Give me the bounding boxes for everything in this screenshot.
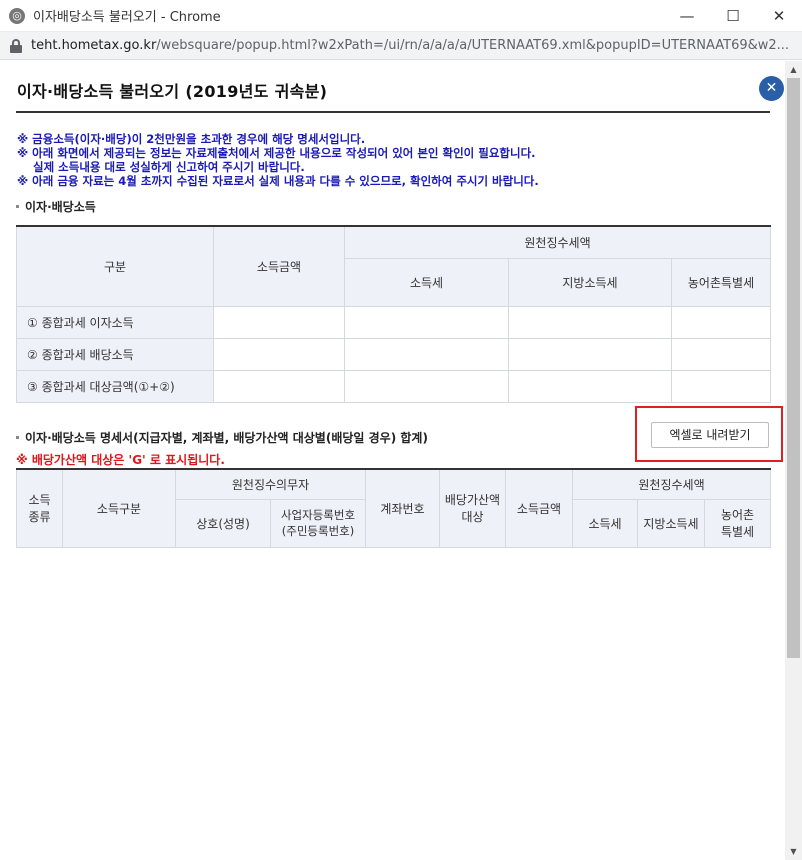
income-statement-table: 소득 종류 소득구분 원천징수의무자 계좌번호 배당가산액 대상 소득금액 원천… xyxy=(16,468,772,548)
header-income-amount: 소득금액 xyxy=(505,468,573,548)
url-path: /websquare/popup.html?w2xPath=/ui/rn/a/a… xyxy=(156,38,790,53)
popup-title: 이자·배당소득 불러오기 (2019년도 귀속분) xyxy=(17,82,328,101)
cell-rural-special-tax xyxy=(670,337,772,371)
section-title-statement: 이자·배당소득 명세서(지급자별, 계좌별, 배당가산액 대상별(배당일 경우)… xyxy=(16,429,428,446)
excel-download-button[interactable]: 엑셀로 내려받기 xyxy=(651,422,769,448)
window-title: 이자배당소득 불러오기 - Chrome xyxy=(33,10,221,25)
header-trade-name: 상호(성명) xyxy=(175,498,271,548)
page-viewport: 이자·배당소득 불러오기 (2019년도 귀속분) ✕ ※ 금융소득(이자·배당… xyxy=(0,61,785,860)
header-income-category: 소득구분 xyxy=(62,468,176,548)
url-host: teht.hometax.go.kr xyxy=(31,38,157,53)
header-rural-special-tax: 농어촌 특별세 xyxy=(703,498,772,548)
app-icon: ◎ xyxy=(9,7,25,24)
header-business-reg-no: 사업자등록번호 (주민등록번호) xyxy=(270,498,366,548)
cell-income-tax xyxy=(344,369,509,403)
header-dividend-grossup: 배당가산액 대상 xyxy=(439,468,506,548)
maximize-button[interactable]: ☐ xyxy=(710,0,756,32)
table-row: ① 종합과세 이자소득 xyxy=(16,305,772,339)
lock-icon[interactable] xyxy=(10,38,22,53)
window-controls: — ☐ ✕ xyxy=(664,0,802,32)
row-label-total: ③ 종합과세 대상금액(①+②) xyxy=(16,369,214,403)
browser-titlebar: ◎ 이자배당소득 불러오기 - Chrome — ☐ ✕ xyxy=(0,0,802,32)
row-label-interest: ① 종합과세 이자소득 xyxy=(16,305,214,339)
cell-income-tax xyxy=(344,305,509,339)
header-withholding-tax: 원천징수세액 xyxy=(571,468,772,500)
table-row: ③ 종합과세 대상금액(①+②) xyxy=(16,369,772,403)
notice-item: ※ 금융소득(이자·배당)이 2천만원을 초과한 경우에 해당 명세서입니다. xyxy=(17,132,366,146)
bullet-icon xyxy=(16,205,19,208)
notice-item: ※ 아래 금융 자료는 4월 초까지 수집된 자료로서 실제 내용과 다를 수 … xyxy=(17,174,539,188)
cell-rural-special-tax xyxy=(670,305,772,339)
scroll-up-arrow-icon[interactable]: ▲ xyxy=(785,61,802,78)
scroll-down-arrow-icon[interactable]: ▼ xyxy=(785,843,802,860)
notice-item: ※ 아래 화면에서 제공되는 정보는 자료제출처에서 제공한 내용으로 작성되어… xyxy=(17,146,536,160)
header-income-amount: 소득금액 xyxy=(213,225,345,307)
cell-local-income-tax xyxy=(508,369,672,403)
header-withholding-tax: 원천징수세액 xyxy=(343,225,772,259)
minimize-button[interactable]: — xyxy=(664,0,710,32)
header-income-tax: 소득세 xyxy=(572,498,638,548)
cell-local-income-tax xyxy=(508,337,672,371)
table-row: ② 종합과세 배당소득 xyxy=(16,337,772,371)
popup-header: 이자·배당소득 불러오기 (2019년도 귀속분) ✕ xyxy=(16,61,784,113)
cell-income-amount xyxy=(213,337,345,371)
header-account-no: 계좌번호 xyxy=(365,468,440,548)
header-local-income-tax: 지방소득세 xyxy=(508,257,672,307)
cell-income-tax xyxy=(344,337,509,371)
income-summary-table: 구분 소득금액 원천징수세액 소득세 지방소득세 농어촌특별세 ① 종합과세 이… xyxy=(16,225,772,403)
url-text[interactable]: teht.hometax.go.kr/websquare/popup.html?… xyxy=(31,38,801,53)
header-rural-special-tax: 농어촌특별세 xyxy=(670,257,772,307)
header-withholding-agent: 원천징수의무자 xyxy=(175,468,366,500)
section-title-income: 이자·배당소득 xyxy=(16,198,96,215)
cell-local-income-tax xyxy=(508,305,672,339)
notice-list: ※ 금융소득(이자·배당)이 2천만원을 초과한 경우에 해당 명세서입니다. … xyxy=(17,132,777,188)
bullet-icon xyxy=(16,436,19,439)
header-category: 구분 xyxy=(16,225,214,307)
cell-rural-special-tax xyxy=(670,369,772,403)
address-bar[interactable]: teht.hometax.go.kr/websquare/popup.html?… xyxy=(0,32,802,60)
dividend-grossup-note: ※ 배당가산액 대상은 'G' 로 표시됩니다. xyxy=(16,453,225,467)
notice-item: 실제 소득내용 대로 성실하게 신고하여 주시기 바랍니다. xyxy=(33,160,305,174)
popup-close-button[interactable]: ✕ xyxy=(759,76,784,101)
cell-income-amount xyxy=(213,305,345,339)
header-income-type: 소득 종류 xyxy=(16,468,63,548)
cell-income-amount xyxy=(213,369,345,403)
close-window-button[interactable]: ✕ xyxy=(756,0,802,32)
header-income-tax: 소득세 xyxy=(344,257,509,307)
scrollbar-thumb[interactable] xyxy=(787,78,800,658)
row-label-dividend: ② 종합과세 배당소득 xyxy=(16,337,214,371)
header-local-income-tax: 지방소득세 xyxy=(637,498,705,548)
vertical-scrollbar[interactable]: ▲ ▼ xyxy=(785,61,802,860)
